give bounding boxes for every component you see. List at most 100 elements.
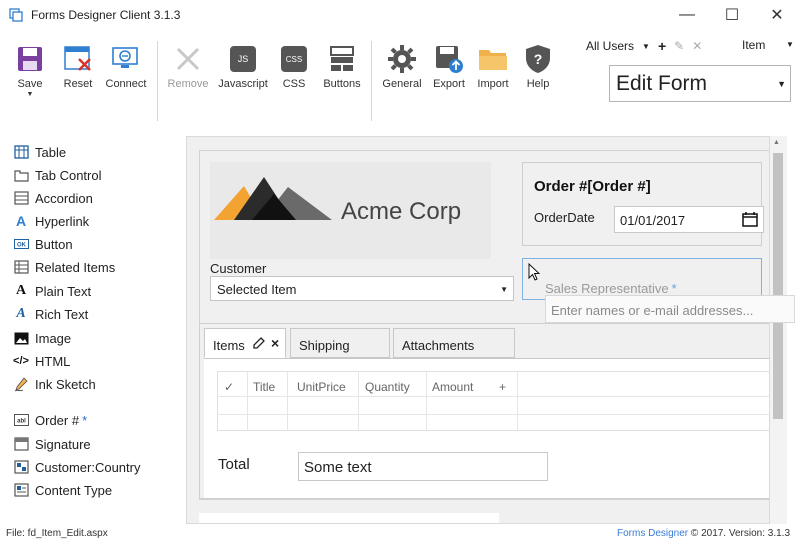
tab-control-icon bbox=[13, 167, 29, 183]
scroll-up-icon[interactable]: ▲ bbox=[773, 139, 780, 146]
palette-item-table[interactable]: Table bbox=[13, 142, 66, 162]
edit-group-icon[interactable]: ✎ bbox=[674, 39, 684, 53]
content-type-selector[interactable]: Item bbox=[742, 38, 765, 52]
palette-item-accordion[interactable]: Accordion bbox=[13, 188, 93, 208]
order-date-field[interactable]: 01/01/2017 bbox=[614, 206, 764, 233]
remove-button[interactable]: Remove bbox=[162, 43, 214, 90]
reset-button[interactable]: Reset bbox=[52, 43, 104, 90]
tab-label: Shipping bbox=[299, 338, 350, 353]
palette-item-label: HTML bbox=[35, 353, 71, 369]
hyperlink-icon: A bbox=[15, 213, 27, 229]
accordion-icon bbox=[13, 190, 29, 206]
buttons-button[interactable]: Buttons bbox=[316, 43, 368, 90]
palette-field-order-number[interactable]: abl Order # * bbox=[13, 410, 87, 430]
tab-items[interactable]: Items × bbox=[204, 328, 286, 358]
form-mode-select[interactable]: Edit Form ▼ bbox=[609, 65, 791, 102]
close-window-button[interactable]: ✕ bbox=[754, 0, 800, 30]
close-icon[interactable]: × bbox=[271, 335, 279, 351]
help-button[interactable]: ? Help bbox=[512, 43, 564, 90]
palette-field-content-type[interactable]: Content Type bbox=[13, 480, 112, 500]
grid-header-quantity[interactable]: Quantity bbox=[365, 380, 410, 394]
palette-item-label: Related Items bbox=[35, 259, 116, 275]
tab-content[interactable]: ✓ Title UnitPrice Quantity Amount + Tota… bbox=[204, 358, 769, 498]
general-label: General bbox=[382, 78, 422, 90]
sales-rep-field-container[interactable]: Sales Representative * bbox=[522, 258, 762, 300]
palette-item-hyperlink[interactable]: A Hyperlink bbox=[13, 211, 89, 231]
tab-label: Items bbox=[213, 338, 245, 353]
add-column-button[interactable]: + bbox=[499, 380, 506, 394]
add-group-icon[interactable]: + bbox=[658, 38, 666, 54]
related-items-grid[interactable]: ✓ Title UnitPrice Quantity Amount + bbox=[217, 371, 769, 431]
order-info-panel[interactable]: Order #[Order #] OrderDate 01/01/2017 bbox=[522, 162, 764, 246]
javascript-button[interactable]: JS Javascript bbox=[217, 43, 269, 90]
css-button[interactable]: CSS CSS bbox=[268, 43, 320, 90]
chevron-down-icon[interactable]: ▼ bbox=[786, 40, 794, 49]
people-picker-input[interactable]: Enter names or e-mail addresses... bbox=[545, 295, 795, 323]
chevron-down-icon[interactable]: ▼ bbox=[642, 42, 650, 51]
grid-header-unitprice[interactable]: UnitPrice bbox=[297, 380, 346, 394]
plain-text-icon: A bbox=[15, 283, 27, 298]
signature-icon bbox=[13, 436, 29, 452]
palette-field-customer-country[interactable]: Customer:Country bbox=[13, 457, 140, 477]
palette-item-image[interactable]: Image bbox=[13, 328, 71, 348]
save-button[interactable]: Save ▼ bbox=[4, 43, 56, 98]
total-label: Total bbox=[218, 456, 250, 473]
palette-item-label: Plain Text bbox=[35, 283, 92, 299]
palette-item-html[interactable]: </> HTML bbox=[13, 351, 70, 371]
grid-row-divider bbox=[218, 396, 769, 397]
scrollbar-thumb[interactable] bbox=[773, 153, 783, 419]
ribbon-separator bbox=[157, 41, 158, 121]
grid-column-divider bbox=[287, 372, 288, 430]
company-logo[interactable]: Acme Corp bbox=[210, 162, 491, 259]
grid-header-check[interactable]: ✓ bbox=[224, 380, 234, 394]
chevron-down-icon: ▼ bbox=[777, 79, 786, 89]
palette-item-button[interactable]: OK Button bbox=[13, 234, 73, 254]
palette-item-ink-sketch[interactable]: Ink Sketch bbox=[13, 374, 96, 394]
calendar-icon[interactable] bbox=[742, 212, 758, 227]
total-field[interactable]: Some text bbox=[298, 452, 548, 481]
table-icon bbox=[13, 144, 29, 160]
connect-button[interactable]: Connect bbox=[100, 43, 152, 90]
delete-group-icon[interactable]: ✕ bbox=[692, 39, 702, 53]
tab-label: Attachments bbox=[402, 338, 475, 353]
connect-label: Connect bbox=[105, 78, 147, 90]
remove-label: Remove bbox=[167, 78, 209, 90]
buttons-icon bbox=[325, 43, 359, 75]
required-marker: * bbox=[671, 281, 677, 296]
palette-item-plain-text[interactable]: A Plain Text bbox=[13, 281, 91, 301]
logo-text: Acme Corp bbox=[341, 198, 462, 225]
css-label: CSS bbox=[282, 78, 306, 90]
tab-control[interactable]: Items × Shipping Attachments ✓ Title Uni… bbox=[199, 323, 769, 499]
order-date-label: OrderDate bbox=[534, 210, 595, 225]
palette-item-label: Tab Control bbox=[35, 167, 102, 183]
palette-item-tab-control[interactable]: Tab Control bbox=[13, 165, 101, 185]
tab-attachments[interactable]: Attachments bbox=[393, 328, 515, 358]
gear-icon bbox=[385, 43, 419, 75]
customer-value: Selected Item bbox=[217, 282, 297, 297]
customer-select[interactable]: Selected Item ▼ bbox=[210, 276, 514, 301]
groups-selector[interactable]: All Users bbox=[586, 39, 634, 53]
grid-column-divider bbox=[426, 372, 427, 430]
chevron-down-icon[interactable]: ▼ bbox=[4, 91, 56, 98]
connect-icon bbox=[109, 43, 143, 75]
mouse-cursor-icon bbox=[528, 263, 540, 281]
palette-item-rich-text[interactable]: A Rich Text bbox=[13, 304, 88, 324]
grid-column-divider bbox=[517, 372, 518, 430]
form-canvas[interactable]: Acme Corp Order #[Order #] OrderDate 01/… bbox=[186, 136, 770, 524]
svg-text:OK: OK bbox=[17, 243, 27, 249]
footer-panel[interactable] bbox=[199, 513, 499, 523]
forms-designer-link[interactable]: Forms Designer bbox=[617, 528, 688, 539]
text-field-icon: abl bbox=[13, 412, 29, 428]
palette-item-related-items[interactable]: Related Items bbox=[13, 257, 115, 277]
palette-field-signature[interactable]: Signature bbox=[13, 434, 91, 454]
minimize-button[interactable]: — bbox=[664, 0, 710, 30]
pencil-icon[interactable] bbox=[253, 337, 265, 349]
grid-header-title[interactable]: Title bbox=[253, 380, 275, 394]
grid-header-amount[interactable]: Amount bbox=[432, 380, 473, 394]
maximize-button[interactable]: ☐ bbox=[709, 0, 755, 30]
vertical-scrollbar[interactable]: ▲ bbox=[770, 136, 787, 524]
ribbon-toolbar: Save ▼ Reset Connect Remove JS Javascrip… bbox=[0, 30, 800, 122]
general-button[interactable]: General bbox=[376, 43, 428, 90]
grid-row-divider bbox=[218, 414, 769, 415]
tab-shipping[interactable]: Shipping bbox=[290, 328, 390, 358]
